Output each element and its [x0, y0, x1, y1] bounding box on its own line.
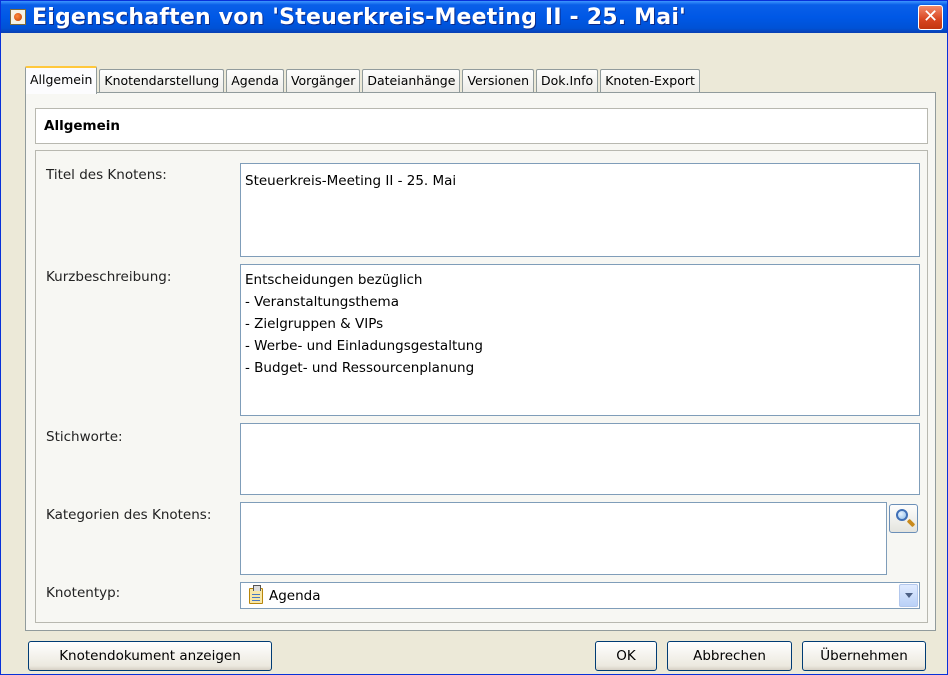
section-title: Allgemein — [35, 108, 928, 144]
summary-field[interactable]: Entscheidungen bezüglich - Veranstaltung… — [240, 264, 920, 416]
tab-dateianhaenge[interactable]: Dateianhänge — [362, 69, 461, 93]
title-bar[interactable]: Eigenschaften von 'Steuerkreis-Meeting I… — [1, 1, 947, 33]
java-app-icon — [10, 9, 26, 25]
tab-agenda[interactable]: Agenda — [226, 69, 284, 93]
tab-versionen[interactable]: Versionen — [462, 69, 535, 93]
categories-label: Kategorien des Knotens: — [46, 507, 212, 523]
clipboard-icon — [249, 584, 263, 604]
categories-field[interactable] — [240, 502, 887, 575]
tab-allgemein[interactable]: Allgemein — [25, 66, 98, 94]
tab-bar: Allgemein Knotendarstellung Agenda Vorgä… — [25, 65, 702, 94]
window-title: Eigenschaften von 'Steuerkreis-Meeting I… — [32, 4, 686, 30]
tab-vorgaenger[interactable]: Vorgänger — [285, 69, 361, 93]
keywords-label: Stichworte: — [46, 429, 123, 445]
apply-button[interactable]: Übernehmen — [802, 641, 926, 671]
properties-form: Titel des Knotens: Steuerkreis-Meeting I… — [35, 150, 928, 623]
nodetype-select[interactable]: Agenda — [240, 582, 920, 609]
title-field[interactable]: Steuerkreis-Meeting II - 25. Mai — [240, 163, 920, 257]
nodetype-label: Knotentyp: — [46, 585, 121, 601]
keywords-field[interactable] — [240, 423, 920, 495]
dropdown-button[interactable] — [899, 584, 918, 607]
chevron-down-icon — [904, 593, 913, 598]
show-document-button[interactable]: Knotendokument anzeigen — [28, 641, 272, 671]
tab-dok-info[interactable]: Dok.Info — [536, 69, 599, 93]
summary-label: Kurzbeschreibung: — [46, 269, 172, 285]
close-icon: ✕ — [922, 6, 939, 27]
tab-knotendarstellung[interactable]: Knotendarstellung — [99, 69, 225, 93]
tab-panel: Allgemein Titel des Knotens: Steuerkreis… — [25, 92, 936, 631]
tab-knoten-export[interactable]: Knoten-Export — [600, 69, 700, 93]
nodetype-value: Agenda — [269, 587, 321, 604]
properties-dialog: Eigenschaften von 'Steuerkreis-Meeting I… — [0, 0, 948, 675]
close-button[interactable]: ✕ — [918, 5, 943, 30]
category-search-button[interactable] — [889, 504, 918, 533]
title-label: Titel des Knotens: — [46, 167, 167, 183]
ok-button[interactable]: OK — [595, 641, 657, 671]
cancel-button[interactable]: Abbrechen — [667, 641, 792, 671]
